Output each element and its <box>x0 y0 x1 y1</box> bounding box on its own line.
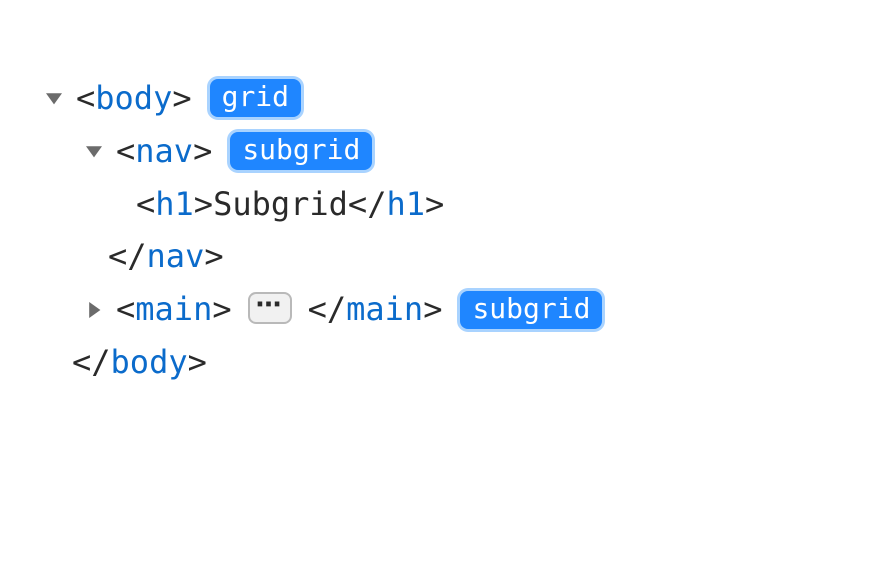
tag-body: body <box>95 79 172 117</box>
tag-nav-open[interactable]: <nav> <box>116 125 212 178</box>
tag-main: main <box>346 290 423 328</box>
punct-ltc: </ <box>108 237 147 275</box>
punct-lt: < <box>136 185 155 223</box>
punct-gt: > <box>423 290 442 328</box>
tag-body-open[interactable]: <body> <box>76 72 192 125</box>
tag-body-close: </body> <box>72 336 207 389</box>
tag-nav: nav <box>135 132 193 170</box>
tag-nav-close: </nav> <box>108 230 224 283</box>
tag-h1-open: h1 <box>155 185 194 223</box>
punct-gt: > <box>425 185 444 223</box>
layout-badge-subgrid[interactable]: subgrid <box>230 132 372 170</box>
tree-row-nav-close[interactable]: </nav> <box>44 230 842 283</box>
punct-lt: < <box>76 79 95 117</box>
h1-text: Subgrid <box>213 185 348 223</box>
punct-gt: > <box>212 290 231 328</box>
tag-main-close: </main> <box>308 283 443 336</box>
tag-h1[interactable]: <h1>Subgrid</h1> <box>136 178 444 231</box>
tree-row-nav-open[interactable]: <nav> subgrid <box>44 125 842 178</box>
punct-lt: < <box>116 132 135 170</box>
tag-h1-close: h1 <box>386 185 425 223</box>
punct-ltc: </ <box>348 185 387 223</box>
layout-badge-subgrid[interactable]: subgrid <box>460 291 602 329</box>
tree-row-h1[interactable]: <h1>Subgrid</h1> <box>44 178 842 231</box>
collapsed-ellipsis-icon[interactable]: ⋯ <box>248 292 292 324</box>
tag-nav: nav <box>147 237 205 275</box>
chevron-down-icon[interactable] <box>44 88 64 108</box>
tree-row-body-close[interactable]: </body> <box>44 336 842 389</box>
layout-badge-grid[interactable]: grid <box>210 79 301 117</box>
punct-ltc: </ <box>72 343 111 381</box>
tag-body: body <box>111 343 188 381</box>
chevron-down-icon[interactable] <box>84 141 104 161</box>
chevron-right-icon[interactable] <box>84 300 104 320</box>
tree-row-body-open[interactable]: <body> grid <box>44 72 842 125</box>
tag-main: main <box>135 290 212 328</box>
dom-tree: <body> grid <nav> subgrid <h1>Subgrid</h… <box>44 72 842 389</box>
punct-ltc: </ <box>308 290 347 328</box>
punct-gt: > <box>204 237 223 275</box>
tag-main-open[interactable]: <main> <box>116 283 232 336</box>
punct-gt: > <box>172 79 191 117</box>
punct-gt: > <box>193 132 212 170</box>
punct-gt: > <box>188 343 207 381</box>
tree-row-main[interactable]: <main> ⋯ </main> subgrid <box>44 283 842 336</box>
punct-gt: > <box>194 185 213 223</box>
punct-lt: < <box>116 290 135 328</box>
